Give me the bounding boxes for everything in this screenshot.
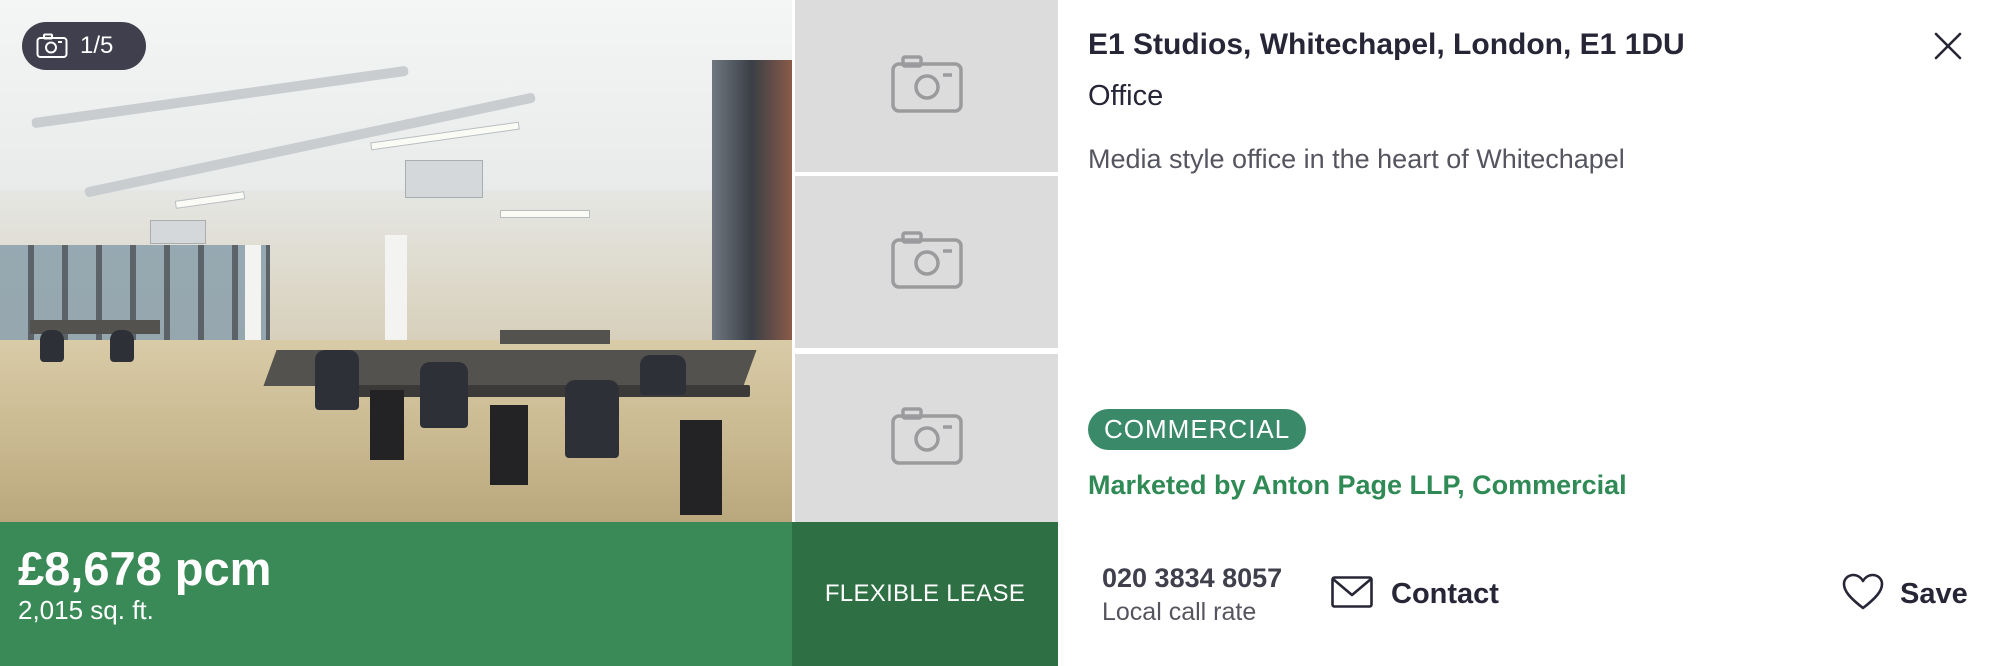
photo-chair: [40, 330, 64, 362]
main-photo[interactable]: 1/5: [0, 0, 792, 522]
floor-area: 2,015 sq. ft.: [18, 595, 154, 626]
photo-chair: [420, 362, 468, 428]
heart-icon: [1842, 573, 1884, 615]
save-label: Save: [1900, 577, 1968, 610]
thumbnail-2[interactable]: [795, 176, 1058, 348]
camera-icon: [890, 54, 963, 118]
photo-pedestal: [680, 420, 722, 515]
photo-pillar: [385, 235, 407, 355]
mail-icon: [1331, 576, 1373, 612]
photo-ac-unit: [150, 220, 206, 244]
photo-window-right: [712, 60, 792, 380]
photo-chair: [110, 330, 134, 362]
photo-chair: [640, 355, 686, 395]
agent-link[interactable]: Marketed by Anton Page LLP, Commercial: [1088, 470, 1627, 501]
listing-address[interactable]: E1 Studios, Whitechapel, London, E1 1DU: [1088, 28, 1685, 62]
listing-category-badge: COMMERCIAL: [1088, 409, 1307, 450]
property-card[interactable]: 1/5 £8,678 pcm 2,015 sq. ft. FLEXIBLE LE…: [0, 0, 1998, 666]
price-amount: £8,678 pcm: [18, 542, 272, 595]
photo-pillar: [245, 245, 261, 340]
call-rate-note: Local call rate: [1102, 598, 1257, 626]
camera-icon: [890, 406, 963, 470]
photo-counter-text: 1/5: [80, 32, 114, 59]
contact-label: Contact: [1391, 577, 1499, 610]
photo-light: [174, 191, 246, 209]
photo-pedestal: [490, 405, 528, 485]
lease-type-label: FLEXIBLE LEASE: [824, 580, 1026, 607]
listing-details: E1 Studios, Whitechapel, London, E1 1DU …: [1088, 0, 1998, 666]
listing-summary: Media style office in the heart of White…: [1088, 144, 1625, 174]
lease-type-banner: FLEXIBLE LEASE: [792, 522, 1058, 666]
phone-number[interactable]: 020 3834 8057: [1102, 563, 1282, 594]
photo-desk: [500, 330, 610, 344]
thumbnail-3[interactable]: [795, 354, 1058, 522]
photo-light: [500, 210, 590, 218]
photo-ac-unit: [405, 160, 483, 198]
photo-pedestal: [370, 390, 404, 460]
contact-button[interactable]: Contact: [1331, 572, 1499, 616]
price-bar: £8,678 pcm 2,015 sq. ft.: [0, 522, 792, 666]
thumbnail-1[interactable]: [795, 0, 1058, 172]
photo-chair: [315, 350, 359, 410]
close-button[interactable]: [1928, 26, 1968, 66]
phone-number-link[interactable]: 020 3834 8057 Local call rate: [1102, 563, 1282, 627]
close-icon: [1928, 32, 1968, 70]
camera-icon: [36, 33, 68, 59]
property-type: Office: [1088, 80, 1164, 112]
camera-icon: [890, 230, 963, 294]
save-button[interactable]: Save: [1842, 572, 1968, 616]
thumbnail-column: [795, 0, 1058, 522]
photo-chair: [565, 380, 619, 458]
photo-counter: 1/5: [22, 22, 146, 70]
